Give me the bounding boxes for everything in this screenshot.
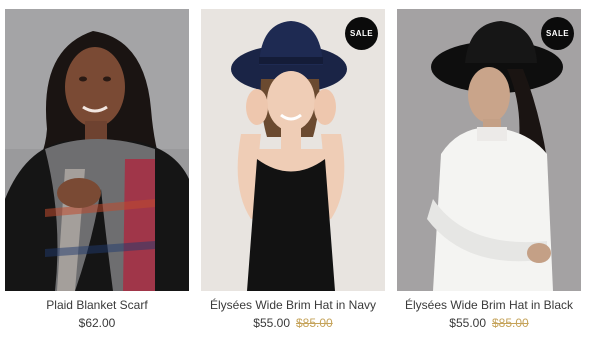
product-card[interactable]: SALE Élysées Wide Brim Hat in Navy $55.0…	[201, 9, 385, 330]
sale-badge: SALE	[541, 17, 574, 50]
product-photo	[201, 9, 385, 291]
product-image-link[interactable]: SALE	[397, 9, 581, 291]
product-price: $55.00	[449, 316, 486, 330]
product-name[interactable]: Plaid Blanket Scarf	[5, 298, 189, 312]
original-price: $85.00	[296, 316, 333, 330]
product-image-link[interactable]: SALE	[201, 9, 385, 291]
product-price: $55.00	[253, 316, 290, 330]
product-image-link[interactable]	[5, 9, 189, 291]
product-name[interactable]: Élysées Wide Brim Hat in Navy	[201, 298, 385, 312]
product-price: $62.00	[78, 316, 116, 330]
price-row: $55.00 $85.00	[201, 316, 385, 330]
product-photo	[5, 9, 189, 291]
product-card[interactable]: SALE Élysées Wide Brim Hat in Black $55.…	[397, 9, 581, 330]
sale-badge: SALE	[345, 17, 378, 50]
price-row: $62.00	[5, 316, 189, 330]
product-name[interactable]: Élysées Wide Brim Hat in Black	[397, 298, 581, 312]
product-grid: Plaid Blanket Scarf $62.00 SALE Élysées …	[5, 9, 595, 330]
price-row: $55.00 $85.00	[397, 316, 581, 330]
product-card[interactable]: Plaid Blanket Scarf $62.00	[5, 9, 189, 330]
product-photo	[397, 9, 581, 291]
original-price: $85.00	[492, 316, 529, 330]
